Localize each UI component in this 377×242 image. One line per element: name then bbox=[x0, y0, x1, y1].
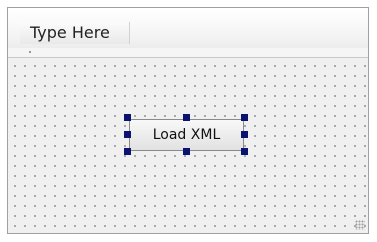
selection-handle-middle-right[interactable] bbox=[241, 131, 248, 138]
form-designer-window: Type Here Load XML bbox=[7, 7, 369, 234]
load-xml-button[interactable]: Load XML bbox=[129, 119, 244, 151]
menu-type-here-item[interactable]: Type Here bbox=[20, 22, 130, 44]
selection-handle-top-middle[interactable] bbox=[183, 114, 190, 121]
selection-handle-bottom-right[interactable] bbox=[241, 148, 248, 155]
selection-handle-bottom-left[interactable] bbox=[124, 148, 131, 155]
selection-handle-top-right[interactable] bbox=[241, 114, 248, 121]
selection-handle-middle-left[interactable] bbox=[124, 131, 131, 138]
selection-handle-bottom-middle[interactable] bbox=[183, 148, 190, 155]
menu-bar-separator bbox=[8, 48, 368, 58]
form-canvas[interactable]: Load XML bbox=[8, 58, 368, 233]
menu-bar: Type Here bbox=[8, 8, 368, 48]
resize-grip-icon[interactable] bbox=[355, 220, 365, 230]
selection-handle-top-left[interactable] bbox=[124, 114, 131, 121]
menu-anchor-mark bbox=[29, 51, 31, 53]
